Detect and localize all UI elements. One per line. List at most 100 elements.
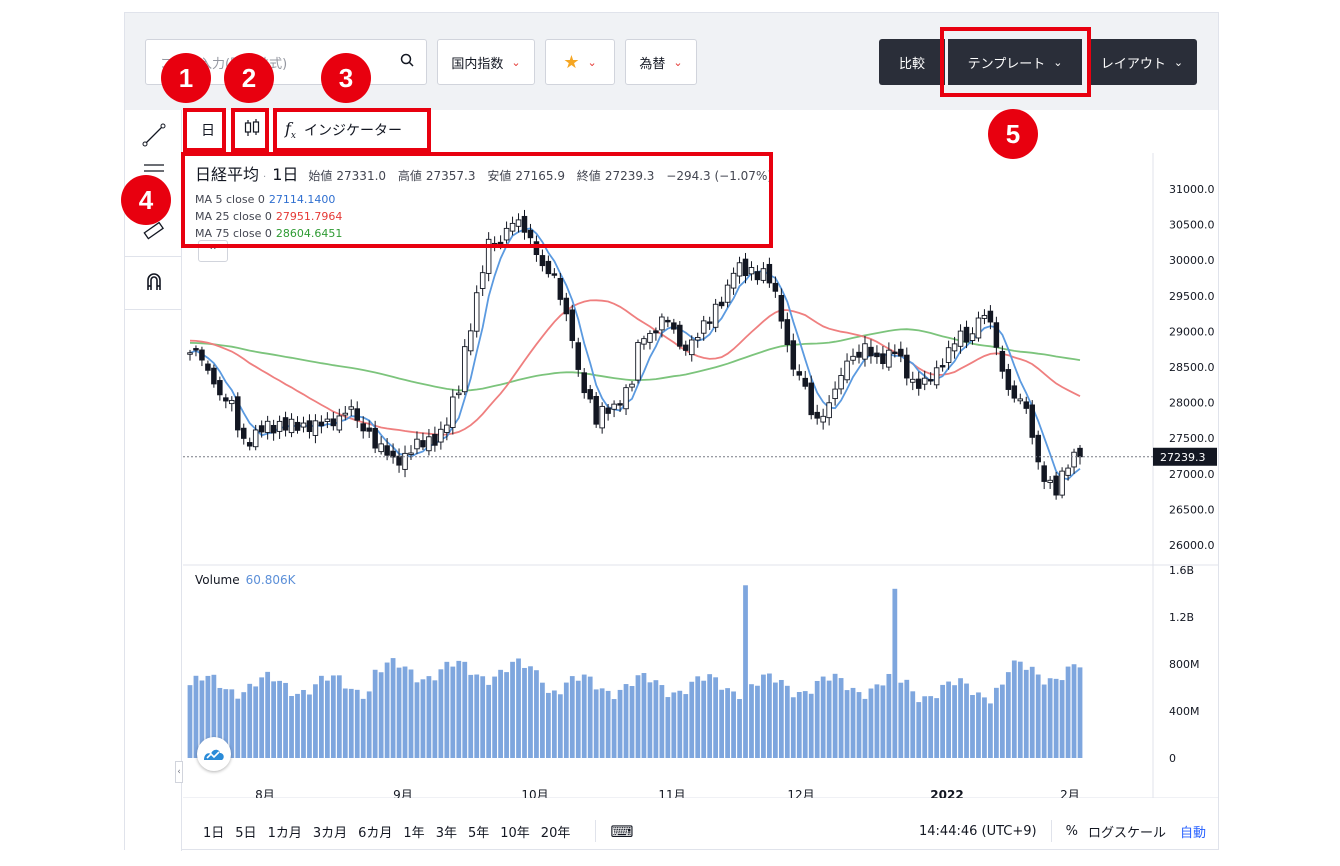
ma5-line	[189, 227, 1081, 481]
volume-bar	[934, 698, 940, 758]
range-3m[interactable]: 3カ月	[313, 822, 347, 841]
auto-scale-toggle[interactable]: 自動	[1180, 822, 1206, 841]
volume-bar	[659, 685, 665, 758]
candle-body	[252, 429, 259, 448]
candle-body	[467, 330, 474, 352]
calendar-goto-icon[interactable]: ⌨	[610, 822, 633, 841]
volume-bar	[844, 690, 850, 758]
volume-bar	[671, 692, 677, 758]
template-button[interactable]: テンプレート ⌄	[948, 39, 1082, 85]
candle-body	[892, 351, 898, 355]
log-scale-toggle[interactable]: ログスケール	[1088, 822, 1166, 841]
range-1d[interactable]: 1日	[203, 822, 224, 841]
candle-body	[1035, 434, 1041, 463]
clock-time[interactable]: 14:44:46 (UTC+9)	[919, 824, 1037, 839]
layout-button[interactable]: レイアウト ⌄	[1087, 39, 1197, 85]
volume-bar	[1029, 666, 1035, 758]
candle-body	[617, 403, 623, 406]
range-10y[interactable]: 10年	[500, 822, 530, 841]
range-1m[interactable]: 1カ月	[268, 822, 302, 841]
fx-select[interactable]: 為替 ⌄	[625, 39, 697, 85]
candle-body	[420, 440, 426, 448]
volume-bar	[301, 689, 306, 758]
volume-bar	[772, 682, 778, 758]
index-select[interactable]: 国内指数 ⌄	[437, 39, 535, 85]
candle-body	[969, 333, 976, 341]
time-axis-label: 10月	[521, 788, 548, 798]
volume-axis-label: 1.6B	[1169, 564, 1194, 577]
range-1y[interactable]: 1年	[403, 822, 424, 841]
candle-body	[229, 399, 235, 405]
candle-body	[993, 322, 1000, 348]
candle-body	[874, 352, 880, 358]
last-price-label: 27239.3	[1160, 451, 1206, 464]
volume-bar	[695, 676, 701, 758]
interval-button[interactable]: 日	[189, 115, 227, 145]
candle-body	[312, 420, 319, 436]
range-5y[interactable]: 5年	[468, 822, 489, 841]
panel-toggle-tab[interactable]: ‹	[175, 761, 183, 783]
volume-bar	[265, 671, 271, 758]
range-6m[interactable]: 6カ月	[358, 822, 392, 841]
candle-body	[904, 354, 910, 379]
candle-body	[784, 319, 791, 345]
volume-bar	[647, 682, 653, 758]
candle-body	[276, 420, 283, 432]
tradingview-logo-icon[interactable]	[197, 737, 231, 771]
candle-body	[688, 339, 695, 356]
toolbar-divider	[125, 256, 182, 257]
range-20y[interactable]: 20年	[541, 822, 571, 841]
volume-axis-label: 1.2B	[1169, 611, 1194, 624]
range-5d[interactable]: 5日	[235, 822, 256, 841]
candle-body	[1059, 470, 1065, 496]
candle-body	[438, 428, 444, 443]
layout-label: レイアウト	[1100, 56, 1166, 72]
trend-line-icon[interactable]	[139, 120, 169, 150]
percent-toggle[interactable]: %	[1066, 824, 1078, 839]
candle-body	[384, 445, 390, 456]
volume-axis-label: 0	[1169, 752, 1176, 765]
ma25-legend[interactable]: MA 25 close 0 27951.7964	[195, 208, 770, 225]
star-icon: ★	[563, 51, 580, 73]
candle-body	[426, 436, 432, 452]
ma75-legend[interactable]: MA 75 close 0 28604.6451	[195, 225, 770, 242]
compare-button[interactable]: 比較	[879, 39, 945, 85]
candle-body	[718, 301, 725, 307]
legend-collapse-button[interactable]: ⌃	[198, 240, 228, 262]
search-icon[interactable]	[400, 53, 414, 71]
volume-bar	[814, 680, 820, 758]
candle-body	[288, 418, 295, 434]
volume-bar	[324, 680, 330, 758]
time-axis-label: 8月	[255, 788, 275, 798]
range-3y[interactable]: 3年	[436, 822, 457, 841]
candlestick-icon	[243, 118, 261, 142]
candle-body	[258, 425, 265, 433]
volume-bar	[808, 693, 814, 758]
ma5-legend[interactable]: MA 5 close 0 27114.1400	[195, 191, 770, 208]
candle-body	[611, 403, 617, 410]
candle-body	[390, 450, 396, 458]
favorites-select[interactable]: ★ ⌄	[545, 39, 615, 85]
volume-bar	[1071, 664, 1077, 758]
chevron-down-icon: ⌄	[673, 55, 683, 69]
candle-body	[199, 349, 205, 361]
volume-bar	[1017, 661, 1023, 758]
legend-symbol[interactable]: 日経平均	[195, 161, 259, 185]
indicators-button[interactable]: fx インジケーター	[279, 115, 408, 145]
volume-bar	[689, 681, 695, 758]
candle-body	[360, 423, 366, 432]
chart-type-button[interactable]	[233, 115, 271, 145]
candle-body	[999, 350, 1006, 372]
volume-bar	[755, 685, 760, 758]
volume-bar	[551, 690, 557, 758]
volume-bar	[480, 676, 486, 758]
volume-bar	[856, 692, 862, 758]
volume-legend[interactable]: Volume 60.806K	[195, 573, 296, 587]
magnet-icon[interactable]	[139, 266, 169, 296]
chevron-down-icon: ⌄	[587, 55, 597, 69]
volume-bar	[796, 691, 802, 758]
volume-bar	[283, 682, 288, 758]
candle-body	[270, 424, 277, 434]
candle-body	[880, 353, 886, 365]
candle-body	[593, 395, 599, 425]
